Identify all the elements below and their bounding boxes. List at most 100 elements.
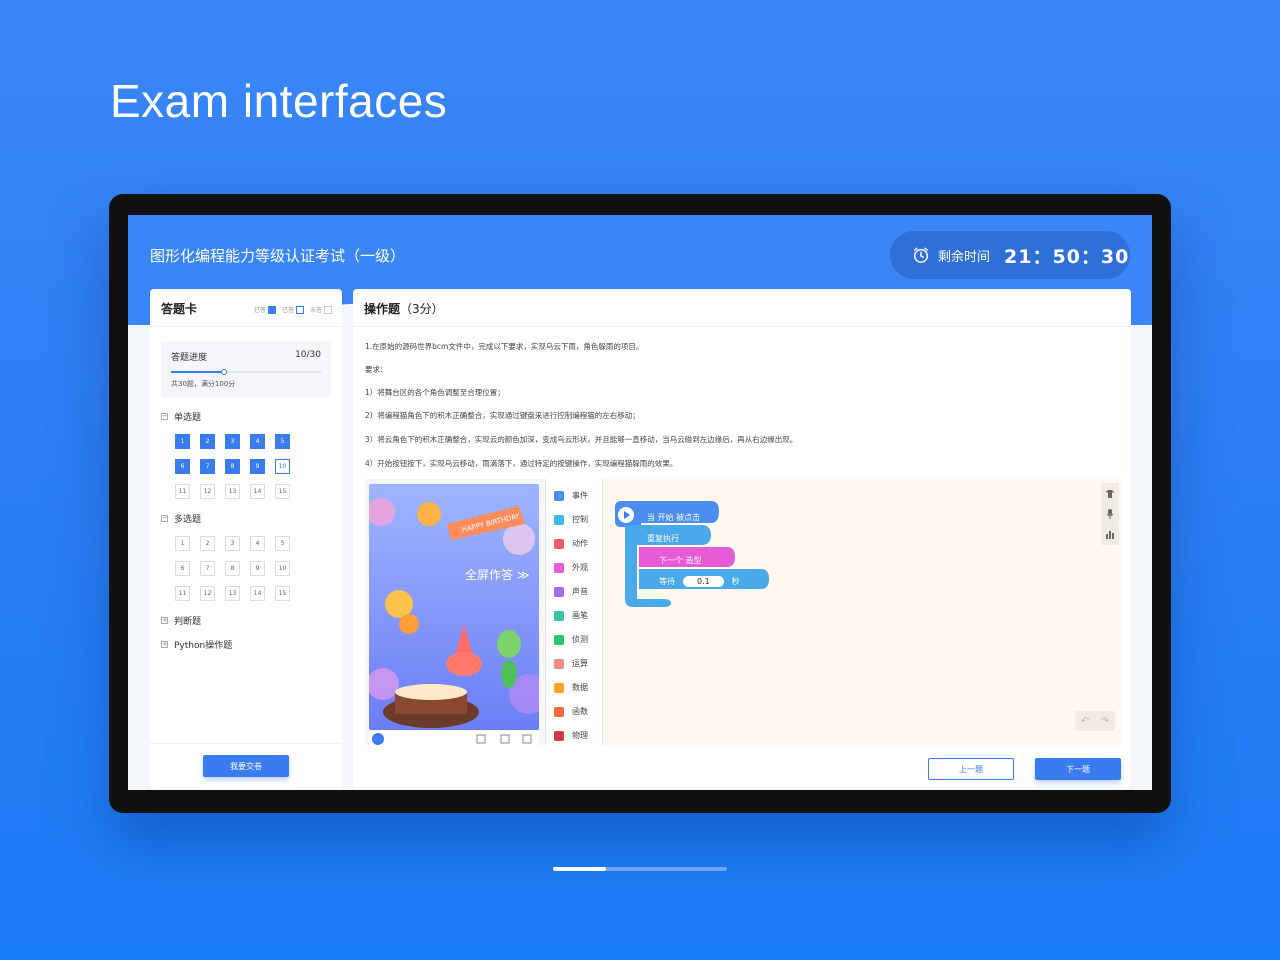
block-category-item[interactable]: 数据 (554, 682, 588, 693)
question-number-cell[interactable]: 9 (250, 561, 265, 576)
category-label: 事件 (572, 491, 588, 500)
question-number-cell[interactable]: 11 (175, 586, 190, 601)
question-number-cell[interactable]: 5 (275, 536, 290, 551)
question-number-cell[interactable]: 15 (275, 586, 290, 601)
question-number-cell[interactable]: 12 (200, 484, 215, 499)
redo-icon[interactable]: ↷ (1101, 716, 1109, 727)
question-number-cell[interactable]: 8 (225, 459, 240, 474)
question-number-cell[interactable]: 10 (275, 561, 290, 576)
legend-unanswered: 未答 (310, 305, 332, 314)
question-number-cell[interactable]: 2 (200, 536, 215, 551)
legend-marked: 已答 (282, 305, 304, 314)
answer-card-title: 答题卡 (161, 302, 198, 316)
category-label: 数据 (572, 683, 588, 692)
question-text: 2）将编程猫角色下的积木正确整合，实现通过键盘来进行控制编程猫的左右移动； (365, 411, 640, 420)
prev-question-button[interactable]: 上一题 (928, 758, 1014, 780)
stage-illustration: HAPPY BIRTHDAY (369, 484, 539, 730)
question-number-cell[interactable]: 7 (200, 459, 215, 474)
answer-card: 答题卡 已答 已答 未答 答题进度 10/30 共30题，满分100分 − 单选… (150, 289, 342, 789)
script-workspace[interactable]: 当 开始 被点击 重复执行 下一个 造型 等待 0.1 秒 ↶ ↷ (603, 479, 1121, 745)
undo-redo: ↶ ↷ (1075, 711, 1115, 731)
block-categories: 事件控制动作外观声音画笔侦测运算数据函数物理 (545, 479, 603, 745)
section-true-false[interactable]: + 判断题 (161, 614, 201, 627)
block-next-costume[interactable]: 下一个 造型 (659, 555, 702, 566)
question-number-cell[interactable]: 6 (175, 561, 190, 576)
question-number-cell[interactable]: 2 (200, 434, 215, 449)
question-number-cell[interactable]: 5 (275, 434, 290, 449)
chart-icon[interactable] (1105, 529, 1115, 539)
question-number-cell[interactable]: 1 (175, 536, 190, 551)
expand-icon: + (161, 616, 168, 624)
question-number-cell[interactable]: 7 (200, 561, 215, 576)
microphone-icon[interactable] (1105, 509, 1115, 519)
block-repeat[interactable]: 重复执行 (647, 533, 679, 544)
block-category-item[interactable]: 画笔 (554, 610, 588, 621)
question-text: 1）将舞台区的各个角色调整至合理位置； (365, 388, 505, 397)
device-frame: 图形化编程能力等级认证考试（一级） 剩余时间 21：50：30 答题卡 已答 已… (109, 194, 1171, 813)
block-wait[interactable]: 等待 0.1 秒 (659, 576, 740, 587)
question-number-cell[interactable]: 3 (225, 536, 240, 551)
progress-box: 答题进度 10/30 共30题，满分100分 (161, 341, 331, 397)
category-icon (554, 706, 564, 717)
category-label: 函数 (572, 707, 588, 716)
question-header: 操作题（3分） (353, 289, 1131, 327)
exam-screen: 图形化编程能力等级认证考试（一级） 剩余时间 21：50：30 答题卡 已答 已… (128, 215, 1152, 790)
category-icon (554, 634, 564, 645)
section-multi-choice[interactable]: − 多选题 (161, 512, 201, 525)
block-category-item[interactable]: 外观 (554, 562, 588, 573)
undo-icon[interactable]: ↶ (1081, 716, 1089, 727)
category-icon (554, 658, 564, 669)
progress-label: 答题进度 (171, 353, 208, 363)
category-label: 侦测 (572, 635, 588, 644)
question-number-cell[interactable]: 6 (175, 459, 190, 474)
question-number-cell[interactable]: 3 (225, 434, 240, 449)
workspace-tools (1101, 483, 1119, 545)
block-category-item[interactable]: 运算 (554, 658, 588, 669)
question-type-title: 操作题（3分） (364, 302, 444, 316)
question-number-cell[interactable]: 13 (225, 586, 240, 601)
block-category-item[interactable]: 控制 (554, 514, 588, 525)
block-category-item[interactable]: 动作 (554, 538, 588, 549)
category-label: 动作 (572, 539, 588, 548)
category-label: 声音 (572, 587, 588, 596)
question-number-cell[interactable]: 12 (200, 586, 215, 601)
stage-preview[interactable]: HAPPY BIRTHDAY 全屏作答 ≫ (369, 484, 539, 730)
progress-bar-fill (171, 371, 224, 373)
question-text: 3）将云角色下的积木正确整合，实现云的颜色加深，变成乌云形状，并且能够一直移动，… (365, 435, 798, 444)
submit-exam-button[interactable]: 我要交卷 (203, 755, 289, 777)
fullscreen-button[interactable]: 全屏作答 ≫ (465, 566, 529, 583)
multi-choice-grid: 1 2 3 4 5 6 7 8 9 10 11 12 13 14 15 (175, 536, 290, 601)
category-icon (554, 682, 564, 693)
question-number-cell[interactable]: 10 (275, 459, 290, 474)
question-number-cell[interactable]: 14 (250, 586, 265, 601)
category-label: 外观 (572, 563, 588, 572)
block-category-item[interactable]: 物理 (554, 730, 588, 741)
question-number-cell[interactable]: 9 (250, 459, 265, 474)
wait-input[interactable]: 0.1 (683, 576, 724, 587)
progress-value: 10/30 (295, 350, 321, 360)
question-number-cell[interactable]: 11 (175, 484, 190, 499)
progress-bar (171, 369, 321, 375)
answer-legend: 已答 已答 未答 (254, 305, 332, 314)
block-category-item[interactable]: 声音 (554, 586, 588, 597)
question-number-cell[interactable]: 13 (225, 484, 240, 499)
section-single-choice[interactable]: − 单选题 (161, 410, 201, 423)
block-when-clicked[interactable]: 当 开始 被点击 (647, 512, 700, 523)
question-number-cell[interactable]: 4 (250, 536, 265, 551)
question-number-cell[interactable]: 8 (225, 561, 240, 576)
question-number-cell[interactable]: 4 (250, 434, 265, 449)
block-category-item[interactable]: 侦测 (554, 634, 588, 645)
question-number-cell[interactable]: 15 (275, 484, 290, 499)
slide-pager (553, 867, 727, 871)
question-number-cell[interactable]: 14 (250, 484, 265, 499)
next-question-button[interactable]: 下一题 (1035, 758, 1121, 780)
section-python[interactable]: + Python操作题 (161, 638, 232, 651)
costume-icon[interactable] (1105, 489, 1115, 499)
block-category-item[interactable]: 函数 (554, 706, 588, 717)
submit-area: 我要交卷 (150, 743, 342, 789)
category-icon (554, 562, 564, 573)
block-category-item[interactable]: 事件 (554, 490, 588, 501)
play-icon (618, 507, 634, 523)
question-number-cell[interactable]: 1 (175, 434, 190, 449)
script-stack (615, 501, 769, 607)
